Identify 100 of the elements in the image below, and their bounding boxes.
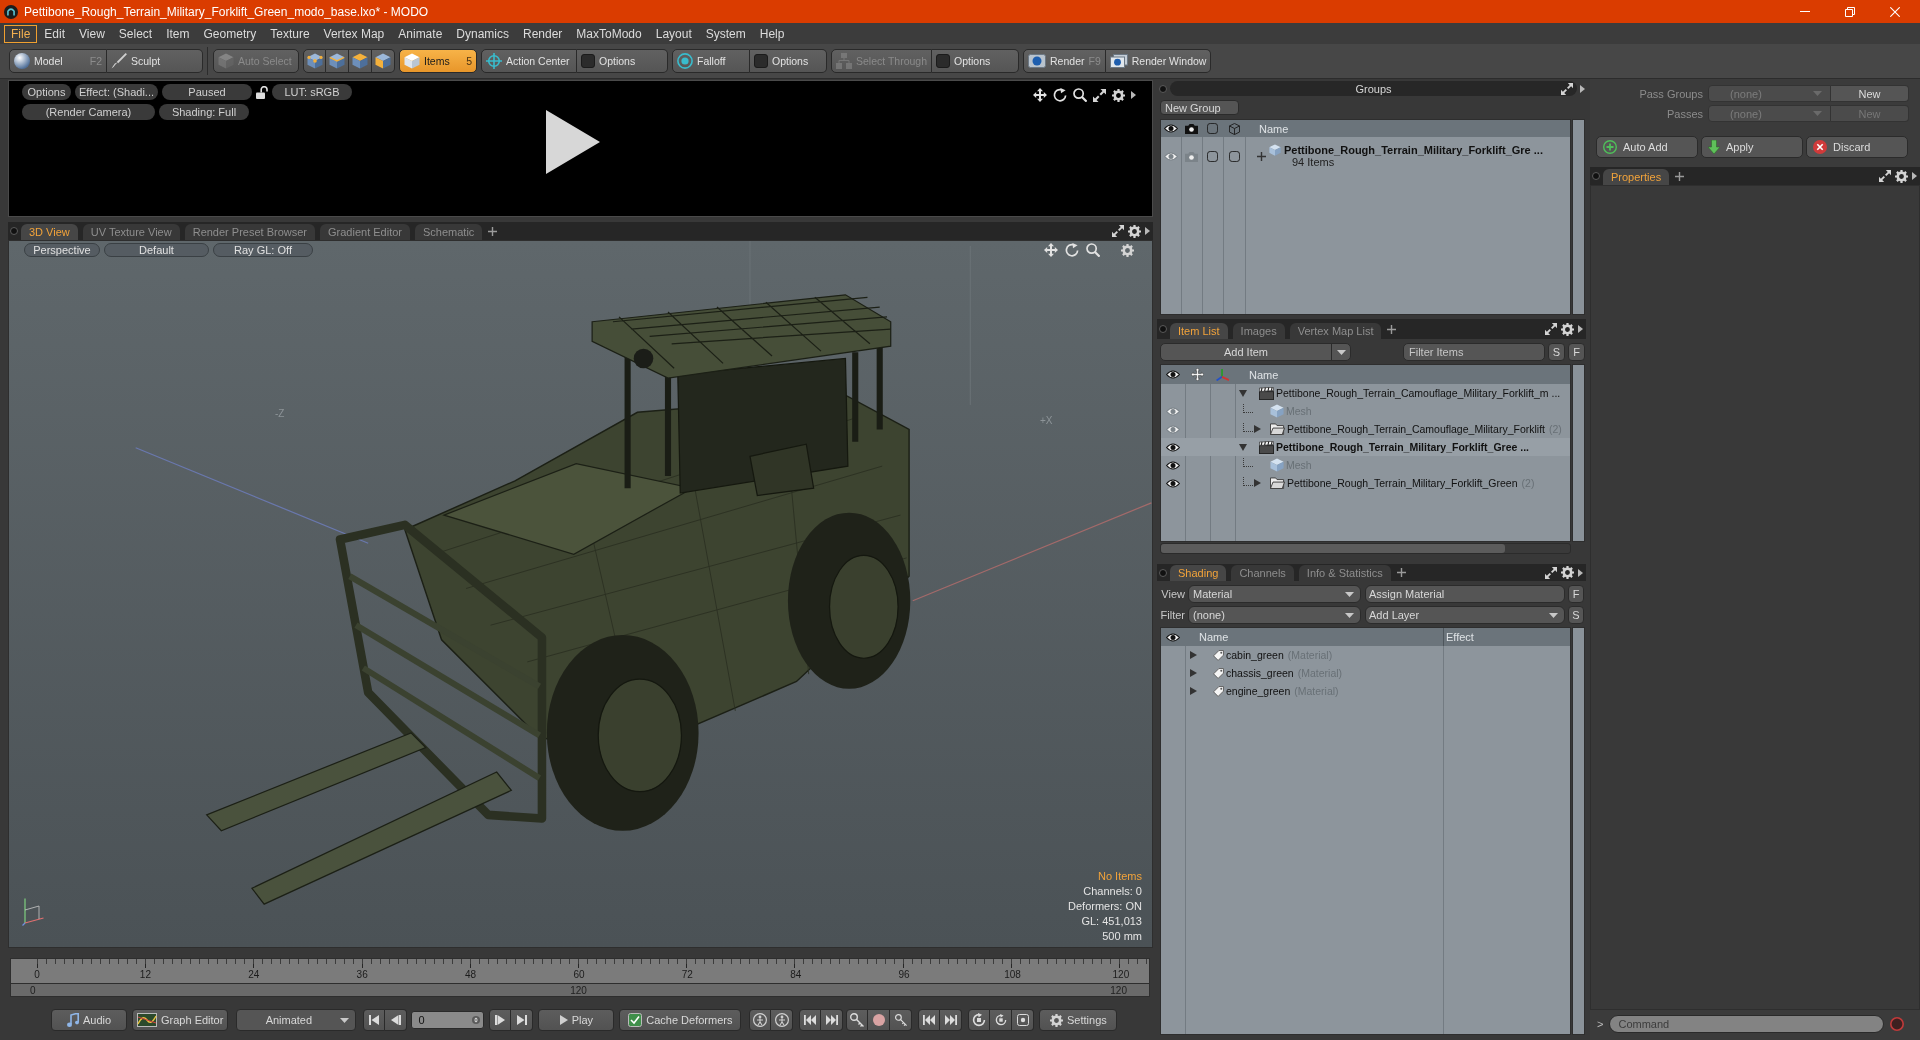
menu-item[interactable]: Dynamics xyxy=(449,24,516,43)
add-tab-icon[interactable] xyxy=(1387,324,1397,334)
menu-item[interactable]: File xyxy=(4,24,38,43)
caret-right-icon[interactable] xyxy=(1578,325,1583,333)
panel-tab[interactable]: Images xyxy=(1232,323,1285,339)
menu-item[interactable]: Select xyxy=(111,24,160,43)
item-name[interactable]: Pettibone_Rough_Terrain_Military_Forklift_Gree ... xyxy=(1276,441,1530,453)
plus-icon[interactable] xyxy=(1257,151,1266,161)
frame-field[interactable]: 0 xyxy=(411,1011,485,1029)
key-small-button[interactable] xyxy=(890,1009,913,1031)
expand-arrow-icon[interactable] xyxy=(1253,425,1261,433)
scrollbar[interactable] xyxy=(1572,364,1585,542)
skip-back-button[interactable] xyxy=(799,1009,822,1031)
expand-arrow-icon[interactable] xyxy=(1239,389,1247,397)
action-button[interactable]: Apply xyxy=(1701,136,1803,158)
horizontal-scrollbar[interactable] xyxy=(1160,543,1571,554)
add-tab-icon[interactable] xyxy=(488,226,498,236)
material-name[interactable]: engine_green xyxy=(1226,685,1291,697)
new-group-button[interactable]: New Group xyxy=(1160,100,1239,115)
previous-frame-button[interactable] xyxy=(385,1009,408,1031)
menu-item[interactable]: Animate xyxy=(391,24,450,43)
item-name[interactable]: Pettibone_Rough_Terrain_Camouflage_Military_Forklift xyxy=(1287,423,1545,435)
item-name[interactable]: Pettibone_Rough_Terrain_Camouflage_Military_Forklift_m ... xyxy=(1276,387,1561,399)
viewport-button[interactable]: Perspective xyxy=(24,243,100,257)
eye-icon[interactable] xyxy=(1166,460,1180,470)
menu-item[interactable]: MaxToModo xyxy=(569,24,649,43)
add-tab-icon[interactable] xyxy=(1675,171,1685,181)
panel-handle-icon[interactable] xyxy=(10,227,18,235)
panel-tab[interactable]: Channels xyxy=(1231,565,1294,581)
zoom-icon[interactable] xyxy=(1073,88,1087,102)
toolbar-button[interactable]: Sculpt xyxy=(107,49,203,73)
selection-mode-button[interactable] xyxy=(349,49,372,73)
panel-tab[interactable]: Shading xyxy=(1170,565,1227,581)
step-back-button[interactable] xyxy=(918,1009,941,1031)
assign-material-button[interactable]: Assign Material xyxy=(1365,585,1565,603)
menu-item[interactable]: Render xyxy=(516,24,570,43)
menu-item[interactable]: Item xyxy=(159,24,197,43)
panel-tab[interactable]: Properties xyxy=(1603,169,1670,185)
panel-handle-icon[interactable] xyxy=(1592,172,1600,180)
expand-icon[interactable] xyxy=(1112,225,1124,237)
add-layer-dropdown[interactable]: Add Layer xyxy=(1365,606,1565,624)
rounded-square-icon[interactable] xyxy=(1228,150,1240,162)
preview-button[interactable]: Options xyxy=(22,84,71,100)
group-name[interactable]: Pettibone_Rough_Terrain_Military_Forklift_Gre ... xyxy=(1284,144,1570,156)
filter-dropdown[interactable]: (none) xyxy=(1188,606,1361,624)
expand-icon[interactable] xyxy=(1561,82,1573,95)
camera-icon[interactable] xyxy=(1185,150,1198,162)
expand-arrow-icon[interactable] xyxy=(1190,669,1197,677)
toggle-button[interactable]: S xyxy=(1568,606,1584,624)
eye-icon[interactable] xyxy=(1166,442,1180,452)
cycle-small-button[interactable] xyxy=(990,1009,1013,1031)
menu-item[interactable]: Edit xyxy=(37,24,73,43)
settings-icon[interactable] xyxy=(1112,88,1125,102)
action-button[interactable]: Auto Add xyxy=(1596,136,1698,158)
timeline-ruler[interactable]: 0 12 24 36 48 60 72 84 96 108 120 xyxy=(10,958,1150,983)
menu-item[interactable]: Geometry xyxy=(196,24,264,43)
panel-tab[interactable]: Item List xyxy=(1170,323,1228,339)
circled-figure-button[interactable] xyxy=(771,1009,794,1031)
mode-dropdown[interactable]: Animated xyxy=(236,1009,357,1031)
viewport-button[interactable]: Default xyxy=(104,243,209,257)
panel-tab[interactable]: UV Texture View xyxy=(82,224,180,240)
viewport-button[interactable]: Ray GL: Off xyxy=(213,243,313,257)
lock-icon[interactable] xyxy=(256,85,268,99)
preview-button[interactable]: Paused xyxy=(162,84,252,100)
audio-button[interactable]: Audio xyxy=(51,1009,127,1031)
graph-editor-button[interactable]: Graph Editor xyxy=(132,1009,229,1031)
toggle-button[interactable]: S xyxy=(1548,343,1565,361)
expand-arrow-icon[interactable] xyxy=(1190,687,1197,695)
panel-tab[interactable]: Render Preset Browser xyxy=(184,224,315,240)
toolbar-button[interactable]: Options xyxy=(932,49,1020,73)
caret-right-icon[interactable] xyxy=(1131,91,1136,99)
selection-mode-button[interactable] xyxy=(326,49,349,73)
preview-button[interactable]: Shading: Full xyxy=(159,104,249,120)
expand-icon[interactable] xyxy=(1093,88,1106,102)
highlighted-row[interactable]: Pettibone_Rough_Terrain_Military_Forklift_Gree ... xyxy=(1161,438,1570,456)
panel-handle-icon[interactable] xyxy=(1159,325,1167,333)
last-frame-button[interactable] xyxy=(511,1009,534,1031)
expand-icon[interactable] xyxy=(1545,566,1557,579)
next-frame-button[interactable] xyxy=(489,1009,512,1031)
action-button[interactable]: Discard xyxy=(1806,136,1908,158)
toolbar-button[interactable]: Falloff xyxy=(672,49,750,73)
stick-figure-button[interactable] xyxy=(749,1009,772,1031)
move-icon[interactable] xyxy=(1033,88,1047,102)
settings-icon[interactable] xyxy=(1895,169,1908,183)
panel-handle-icon[interactable] xyxy=(1159,568,1167,577)
range-bar[interactable]: 0 120 120 xyxy=(10,983,1150,997)
toolbar-button[interactable]: Render Window xyxy=(1105,49,1212,73)
toolbar-button[interactable]: Items 5 xyxy=(399,49,477,73)
selection-mode-button[interactable] xyxy=(372,49,395,73)
panel-tab[interactable]: Vertex Map List xyxy=(1289,323,1382,339)
panel-handle-icon[interactable] xyxy=(1159,84,1167,93)
restore-icon[interactable] xyxy=(1845,6,1855,17)
skip-forward-button[interactable] xyxy=(821,1009,844,1031)
preview-button[interactable]: Effect: (Shadi... xyxy=(75,84,158,100)
expand-arrow-icon[interactable] xyxy=(1190,651,1197,659)
panel-tab[interactable]: 3D View xyxy=(21,224,78,240)
cache-deformers-button[interactable]: Cache Deformers xyxy=(619,1009,742,1031)
item-name[interactable]: Pettibone_Rough_Terrain_Military_Forklift_Green xyxy=(1287,477,1518,489)
add-tab-icon[interactable] xyxy=(1396,568,1406,577)
rotate-icon[interactable] xyxy=(1053,88,1067,102)
